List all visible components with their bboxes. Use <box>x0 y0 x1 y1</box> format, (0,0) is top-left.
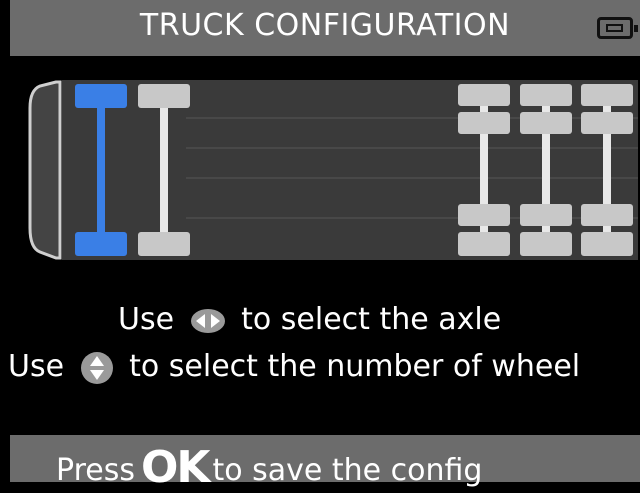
wheel <box>520 204 572 226</box>
axle-shaft <box>97 98 105 242</box>
wheel <box>520 232 572 256</box>
wheel <box>138 84 190 108</box>
save-instruction: Press OK to save the config <box>56 440 483 493</box>
wheel <box>520 84 572 106</box>
wheel <box>458 232 510 256</box>
wheel <box>581 232 633 256</box>
battery-icon <box>597 17 638 39</box>
wheel <box>138 232 190 256</box>
instruction-text: Use <box>118 302 175 337</box>
title-bar: TRUCK CONFIGURATION <box>10 0 640 56</box>
wheel <box>520 112 572 134</box>
footer-bar: Press OK to save the config <box>10 435 640 493</box>
footer-prefix: Press <box>56 453 135 488</box>
instruction-select-wheels: Use to select the number of wheel <box>8 349 580 385</box>
instruction-text: to select the number of wheel <box>129 349 581 384</box>
footer-suffix: to save the config <box>212 453 483 488</box>
instruction-select-axle: Use to select the axle <box>118 302 501 337</box>
wheel <box>581 112 633 134</box>
wheel <box>75 84 127 108</box>
screen-title: TRUCK CONFIGURATION <box>139 8 511 43</box>
truck-cab <box>28 80 62 260</box>
wheel <box>581 204 633 226</box>
left-right-arrows-icon <box>190 308 225 333</box>
instruction-text: to select the axle <box>241 302 502 337</box>
wheel <box>581 84 633 106</box>
instruction-text: Use <box>8 349 65 384</box>
up-down-arrows-icon <box>80 351 113 384</box>
wheel <box>458 84 510 106</box>
axle-shaft <box>160 98 168 242</box>
ok-button-label[interactable]: OK <box>141 442 210 493</box>
wheel <box>458 204 510 226</box>
wheel <box>458 112 510 134</box>
truck-axle-diagram[interactable] <box>26 78 640 262</box>
wheel <box>75 232 127 256</box>
